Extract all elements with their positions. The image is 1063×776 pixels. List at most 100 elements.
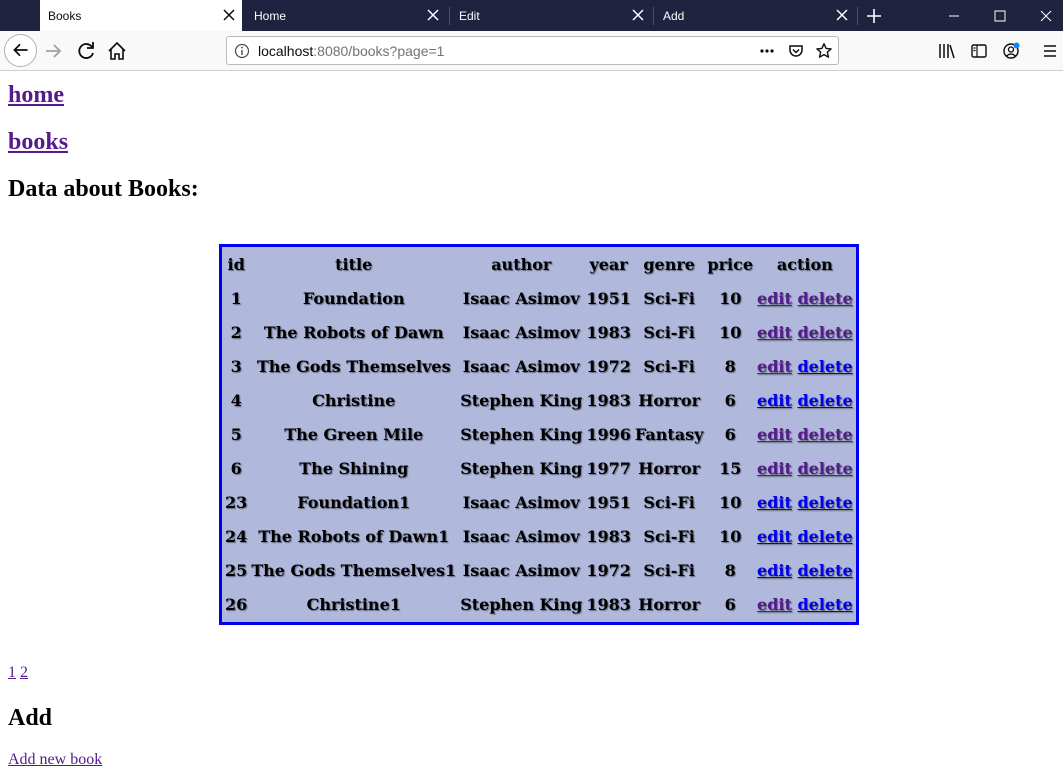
plus-icon[interactable] bbox=[864, 6, 884, 26]
column-header-id: id bbox=[227, 255, 245, 274]
cell-price: 6 bbox=[724, 594, 736, 614]
tab-separator bbox=[449, 7, 450, 25]
cell-author: Stephen King bbox=[460, 390, 583, 410]
tab-edit[interactable]: Edit bbox=[451, 0, 651, 31]
edit-link[interactable]: edit bbox=[757, 391, 792, 410]
delete-link[interactable]: delete bbox=[797, 595, 852, 614]
cell-id: 2 bbox=[230, 322, 242, 342]
cell-year: 1983 bbox=[586, 594, 631, 614]
books-link[interactable]: books bbox=[8, 129, 68, 155]
cell-genre: Sci-Fi bbox=[643, 322, 695, 342]
cell-year: 1951 bbox=[586, 492, 631, 512]
maximize-icon[interactable] bbox=[990, 6, 1010, 26]
delete-link[interactable]: delete bbox=[797, 425, 852, 444]
column-header-author: author bbox=[491, 255, 552, 274]
cell-id: 4 bbox=[230, 390, 242, 410]
delete-link[interactable]: delete bbox=[797, 357, 852, 376]
cell-title: The Gods Themselves bbox=[256, 356, 451, 376]
add-section: Add new book bbox=[8, 751, 102, 769]
add-new-book-link[interactable]: Add new book bbox=[8, 751, 102, 768]
tab-label: Add bbox=[663, 9, 685, 23]
cell-action: edit delete bbox=[756, 350, 854, 382]
tab-add[interactable]: Add bbox=[655, 0, 855, 31]
cell-price: 10 bbox=[719, 288, 742, 308]
minimize-icon[interactable] bbox=[944, 6, 964, 26]
url-text[interactable]: localhost:8080/books?page=1 bbox=[258, 43, 444, 59]
tab-separator bbox=[653, 7, 654, 25]
cell-author: Stephen King bbox=[460, 424, 583, 444]
delete-link[interactable]: delete bbox=[797, 459, 852, 478]
cell-price: 6 bbox=[724, 390, 736, 410]
edit-link[interactable]: edit bbox=[757, 323, 792, 342]
page-content: home books Data about Books: id title au… bbox=[0, 72, 1063, 776]
tab-bar: Books Home Edit Add bbox=[0, 0, 1063, 31]
cell-genre: Horror bbox=[638, 594, 700, 614]
menu-icon[interactable] bbox=[1040, 41, 1060, 61]
cell-action: edit delete bbox=[756, 554, 854, 586]
edit-link[interactable]: edit bbox=[757, 561, 792, 580]
cell-id: 6 bbox=[230, 458, 242, 478]
edit-link[interactable]: edit bbox=[757, 425, 792, 444]
cell-author: Isaac Asimov bbox=[462, 526, 580, 546]
cell-action: edit delete bbox=[756, 384, 854, 416]
url-bar[interactable]: localhost:8080/books?page=1 bbox=[226, 36, 839, 65]
home-link[interactable]: home bbox=[8, 82, 64, 108]
edit-link[interactable]: edit bbox=[757, 493, 792, 512]
forward-arrow-icon[interactable] bbox=[40, 37, 68, 65]
cell-author: Isaac Asimov bbox=[462, 288, 580, 308]
column-header-genre: genre bbox=[643, 255, 695, 274]
table-row: 3 The Gods Themselves Isaac Asimov 1972 Sci-… bbox=[224, 350, 854, 382]
account-icon[interactable] bbox=[1001, 41, 1021, 61]
pocket-icon[interactable] bbox=[787, 42, 805, 60]
edit-link[interactable]: edit bbox=[757, 527, 792, 546]
tab-label: Books bbox=[48, 9, 82, 23]
library-icon[interactable] bbox=[937, 41, 957, 61]
table-row: 26 Christine1 Stephen King 1983 Horror 6 edit … bbox=[224, 588, 854, 620]
edit-link[interactable]: edit bbox=[757, 459, 792, 478]
delete-link[interactable]: delete bbox=[797, 493, 852, 512]
edit-link[interactable]: edit bbox=[757, 357, 792, 376]
close-icon[interactable] bbox=[835, 8, 849, 22]
close-icon[interactable] bbox=[631, 8, 645, 22]
column-header-title: title bbox=[335, 255, 373, 274]
cell-genre: Sci-Fi bbox=[643, 356, 695, 376]
close-icon[interactable] bbox=[222, 8, 236, 22]
cell-id: 23 bbox=[225, 492, 248, 512]
cell-year: 1983 bbox=[586, 322, 631, 342]
edit-link[interactable]: edit bbox=[757, 289, 792, 308]
info-icon[interactable] bbox=[234, 43, 250, 59]
table-row: 24 The Robots of Dawn1 Isaac Asimov 1983 Sci… bbox=[224, 520, 854, 552]
cell-genre: Sci-Fi bbox=[643, 288, 695, 308]
reload-icon[interactable] bbox=[72, 37, 100, 65]
tab-home[interactable]: Home bbox=[246, 0, 446, 31]
edit-link[interactable]: edit bbox=[757, 595, 792, 614]
cell-action: edit delete bbox=[756, 486, 854, 518]
delete-link[interactable]: delete bbox=[797, 289, 852, 308]
cell-id: 3 bbox=[230, 356, 242, 376]
home-heading: home bbox=[8, 82, 64, 109]
more-icon[interactable] bbox=[758, 42, 776, 60]
tab-books[interactable]: Books bbox=[40, 0, 242, 31]
cell-title: The Green Mile bbox=[284, 424, 424, 444]
home-icon[interactable] bbox=[103, 37, 131, 65]
cell-year: 1983 bbox=[586, 526, 631, 546]
delete-link[interactable]: delete bbox=[797, 527, 852, 546]
table-body: 1 Foundation Isaac Asimov 1951 Sci-Fi 10 edit … bbox=[224, 282, 854, 620]
url-host: localhost bbox=[258, 43, 314, 59]
delete-link[interactable]: delete bbox=[797, 561, 852, 580]
star-icon[interactable] bbox=[815, 42, 833, 60]
back-button[interactable] bbox=[4, 34, 37, 67]
cell-genre: Sci-Fi bbox=[643, 492, 695, 512]
table-row: 23 Foundation1 Isaac Asimov 1951 Sci-Fi 10 edi… bbox=[224, 486, 854, 518]
page-link-2[interactable]: 2 bbox=[20, 664, 28, 681]
sidebar-icon[interactable] bbox=[969, 41, 989, 61]
delete-link[interactable]: delete bbox=[797, 391, 852, 410]
page-link-1[interactable]: 1 bbox=[8, 664, 16, 681]
tab-label: Edit bbox=[459, 9, 480, 23]
cell-year: 1983 bbox=[586, 390, 631, 410]
delete-link[interactable]: delete bbox=[797, 323, 852, 342]
close-icon[interactable] bbox=[426, 8, 440, 22]
url-path: :8080/books?page=1 bbox=[313, 43, 445, 59]
close-icon[interactable] bbox=[1036, 6, 1056, 26]
cell-title: Christine bbox=[312, 390, 396, 410]
